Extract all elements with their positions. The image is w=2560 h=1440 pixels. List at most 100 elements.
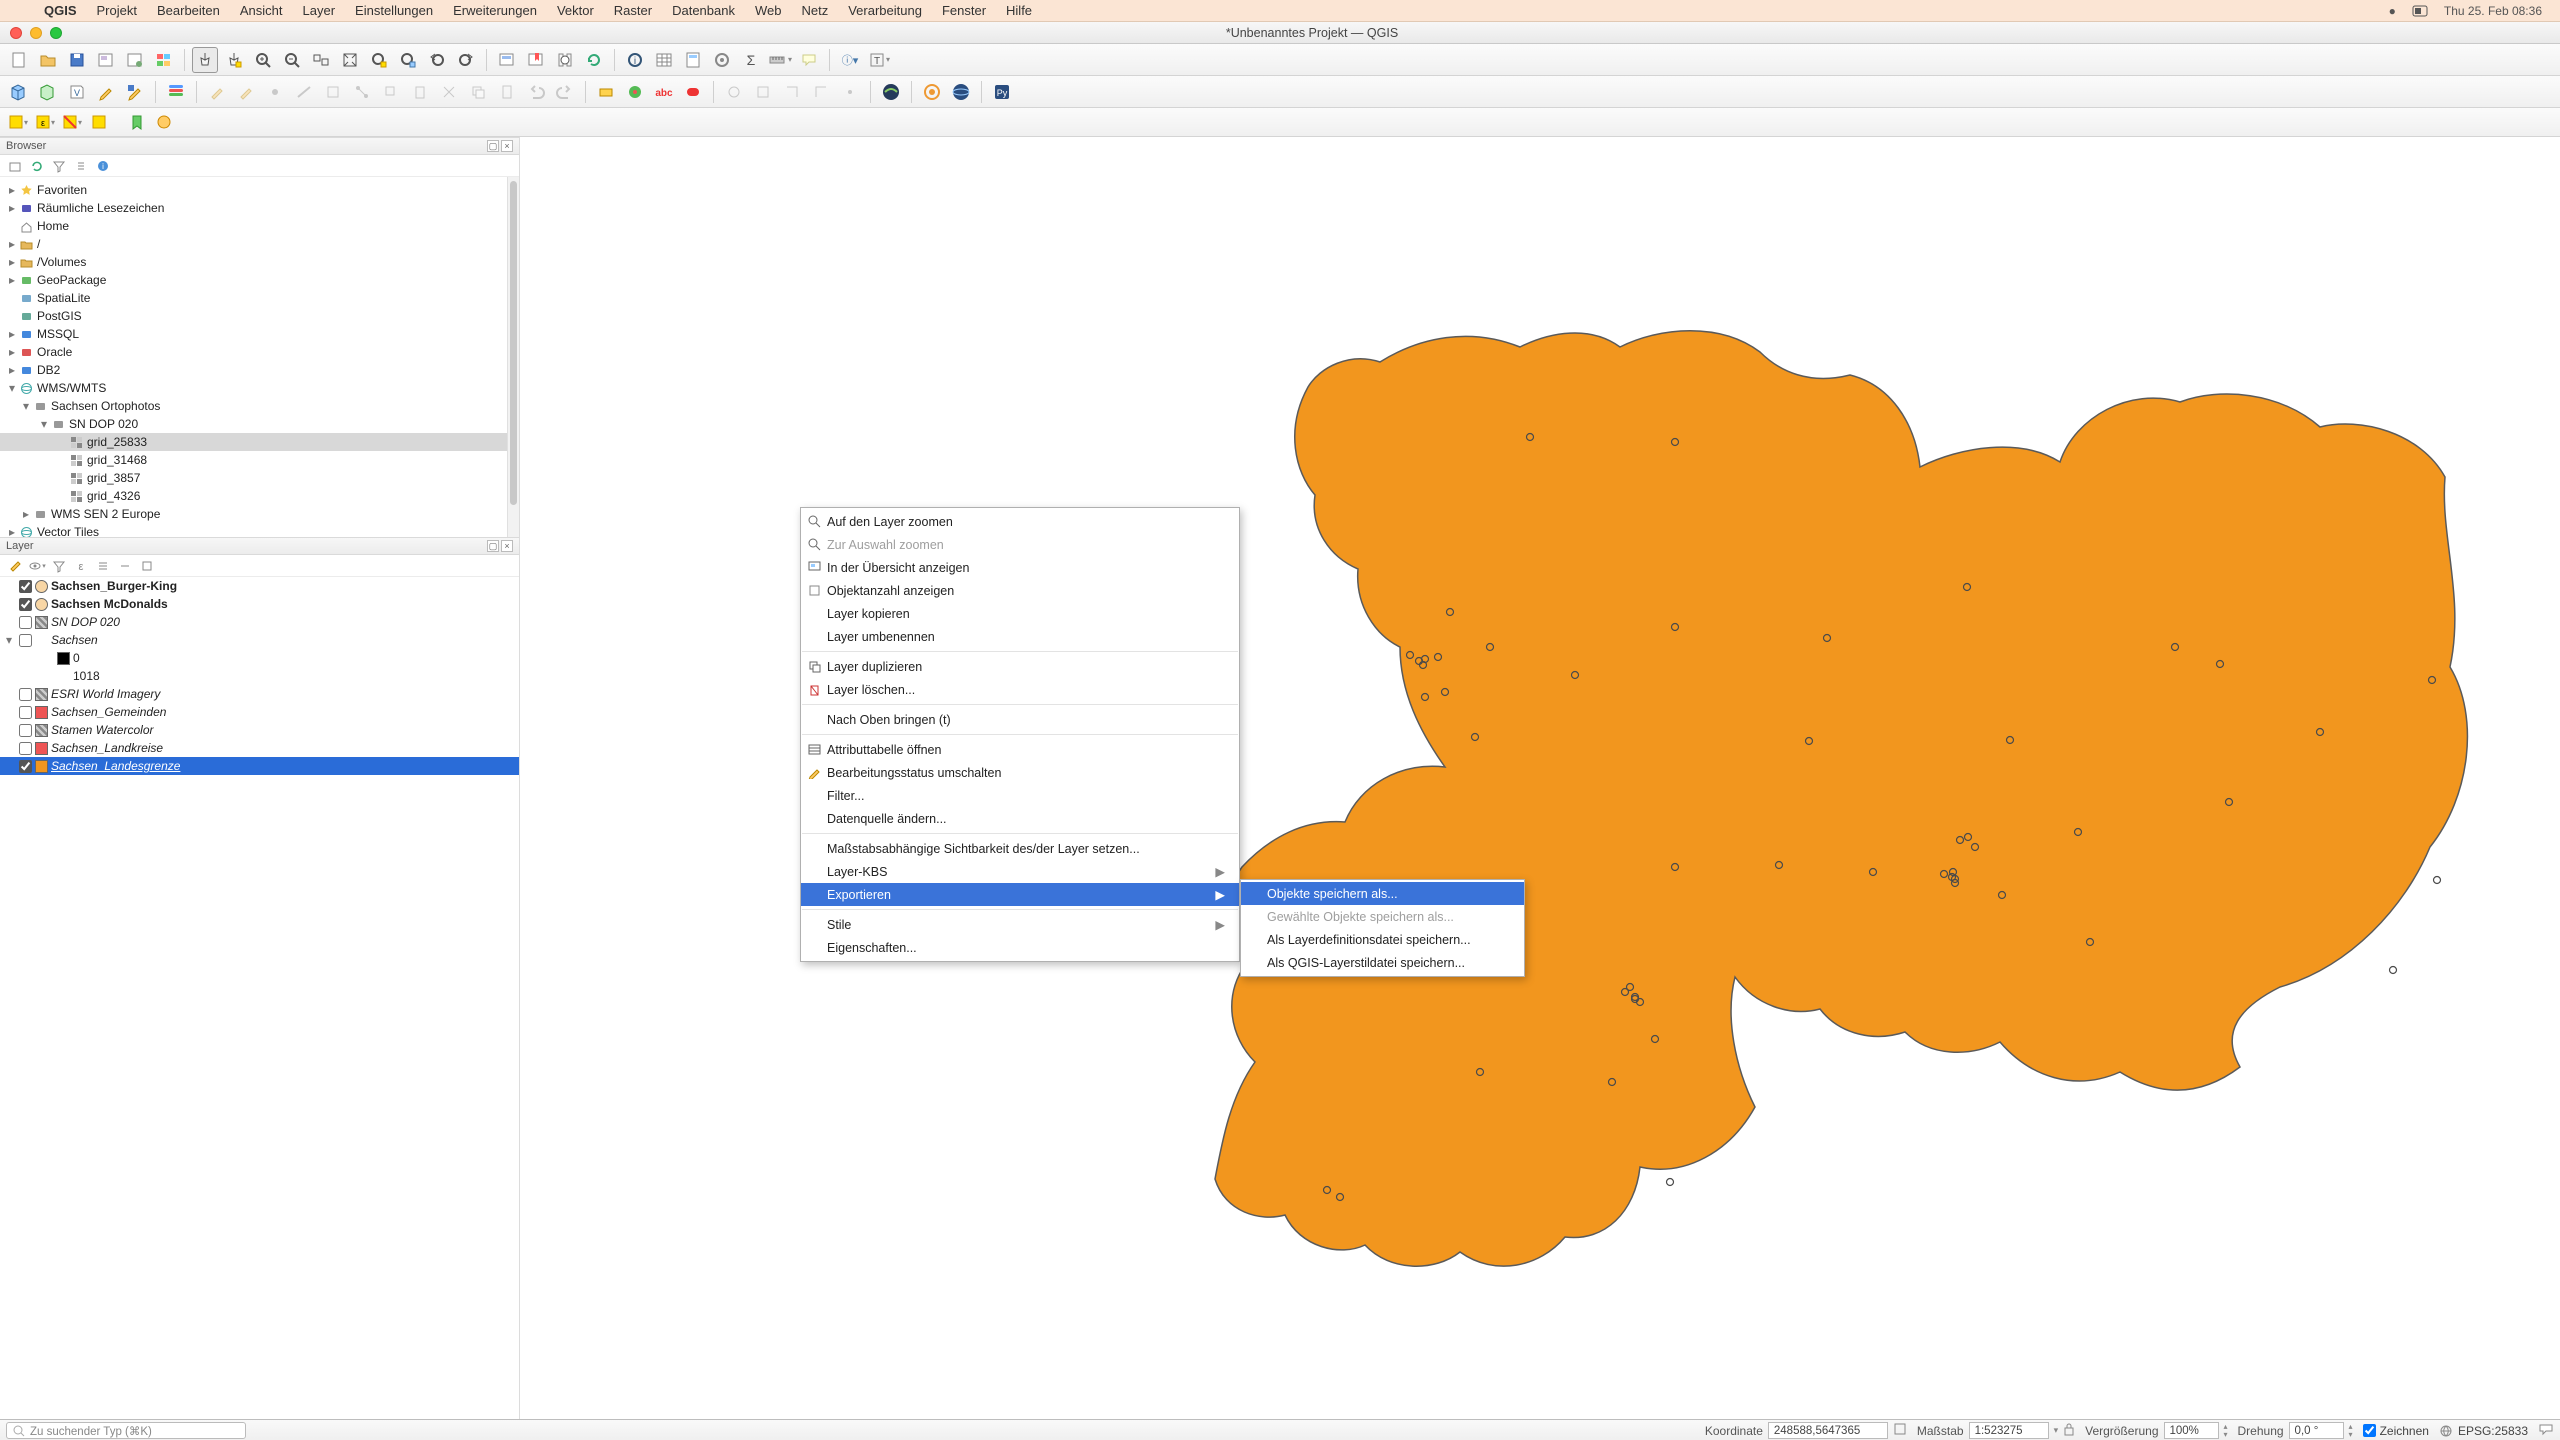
layer-row[interactable]: 1018 <box>0 667 519 685</box>
menu-ansicht[interactable]: Ansicht <box>230 3 293 18</box>
menu-verarbeitung[interactable]: Verarbeitung <box>838 3 932 18</box>
layers-filter-icon[interactable] <box>50 557 68 575</box>
menu-raster[interactable]: Raster <box>604 3 662 18</box>
browser-filter-icon[interactable] <box>50 157 68 175</box>
plugin-a-button[interactable] <box>593 79 619 105</box>
context-menu-item[interactable]: Maßstabsabhängige Sichtbarkeit des/der L… <box>801 837 1239 860</box>
plugin-b-button[interactable] <box>622 79 648 105</box>
statistics-button[interactable]: Σ <box>738 47 764 73</box>
layer-visibility-checkbox[interactable] <box>19 724 32 737</box>
menu-bearbeiten[interactable]: Bearbeiten <box>147 3 230 18</box>
delete-feature-button[interactable] <box>407 79 433 105</box>
context-menu-item[interactable]: Exportieren▶ <box>801 883 1239 906</box>
context-submenu-item[interactable]: Als QGIS-Layerstildatei speichern... <box>1241 951 1524 974</box>
browser-item[interactable]: ▸/ <box>0 235 519 253</box>
refresh-button[interactable] <box>581 47 607 73</box>
layer-row[interactable]: ESRI World Imagery <box>0 685 519 703</box>
snap-e-button[interactable] <box>837 79 863 105</box>
menu-netz[interactable]: Netz <box>791 3 838 18</box>
browser-item[interactable]: ▸/Volumes <box>0 253 519 271</box>
context-menu-item[interactable]: Eigenschaften... <box>801 936 1239 959</box>
context-submenu-item[interactable]: Objekte speichern als... <box>1241 882 1524 905</box>
context-menu-item[interactable]: Datenquelle ändern... <box>801 807 1239 830</box>
layers-style-icon[interactable] <box>6 557 24 575</box>
browser-item[interactable]: PostGIS <box>0 307 519 325</box>
browser-item[interactable]: grid_3857 <box>0 469 519 487</box>
menubar-extra-icon[interactable]: ● <box>2381 4 2404 18</box>
open-attribute-table-button[interactable] <box>651 47 677 73</box>
new-map-view-button[interactable] <box>494 47 520 73</box>
temporal-controller-button[interactable] <box>552 47 578 73</box>
save-layer-edits-button[interactable] <box>233 79 259 105</box>
layers-eye-icon[interactable]: ▾ <box>28 557 46 575</box>
browser-undock-icon[interactable]: ▢ <box>487 140 499 152</box>
layer-row[interactable]: ▾Sachsen <box>0 631 519 649</box>
crs-field[interactable]: EPSG:25833 <box>2439 1424 2528 1438</box>
style-manager-button[interactable] <box>151 47 177 73</box>
layer-row[interactable]: Sachsen_Landesgrenze <box>0 757 519 775</box>
browser-item[interactable]: grid_31468 <box>0 451 519 469</box>
vertex-tool-button[interactable] <box>349 79 375 105</box>
menu-web[interactable]: Web <box>745 3 792 18</box>
layer-visibility-checkbox[interactable] <box>19 706 32 719</box>
layers-tree[interactable]: Sachsen_Burger-KingSachsen McDonaldsSN D… <box>0 577 519 1419</box>
map-tips-button[interactable] <box>796 47 822 73</box>
python-console-button[interactable]: Py <box>989 79 1015 105</box>
context-menu-item[interactable]: Layer löschen... <box>801 678 1239 701</box>
layer-visibility-checkbox[interactable] <box>19 760 32 773</box>
window-close-button[interactable] <box>10 27 22 39</box>
menu-layer[interactable]: Layer <box>293 3 346 18</box>
select-rect-button[interactable]: ▾ <box>6 110 30 134</box>
context-menu-item[interactable]: Filter... <box>801 784 1239 807</box>
render-checkbox-input[interactable] <box>2363 1424 2376 1437</box>
layer-row[interactable]: SN DOP 020 <box>0 613 519 631</box>
context-menu-item[interactable]: Nach Oben bringen (t) <box>801 708 1239 731</box>
select-all-button[interactable] <box>87 110 111 134</box>
zoom-last-button[interactable] <box>424 47 450 73</box>
extents-toggle-icon[interactable] <box>1893 1422 1907 1439</box>
browser-item[interactable]: ▸Räumliche Lesezeichen <box>0 199 519 217</box>
browser-item[interactable]: ▸Oracle <box>0 343 519 361</box>
pan-to-selection-button[interactable] <box>221 47 247 73</box>
context-menu-item[interactable]: Layer duplizieren <box>801 655 1239 678</box>
new-geopackage-button[interactable] <box>35 79 61 105</box>
text-annotation-button[interactable]: T▾ <box>866 47 892 73</box>
menu-fenster[interactable]: Fenster <box>932 3 996 18</box>
context-menu-item[interactable]: Objektanzahl anzeigen <box>801 579 1239 602</box>
zoom-native-button[interactable] <box>308 47 334 73</box>
zoom-full-button[interactable] <box>337 47 363 73</box>
cut-feature-button[interactable] <box>436 79 462 105</box>
rotation-input[interactable]: 0,0 ° <box>2289 1422 2344 1439</box>
layer-visibility-checkbox[interactable] <box>19 688 32 701</box>
layers-expr-icon[interactable]: ε <box>72 557 90 575</box>
copy-feature-button[interactable] <box>465 79 491 105</box>
browser-item[interactable]: SpatiaLite <box>0 289 519 307</box>
layer-row[interactable]: Stamen Watercolor <box>0 721 519 739</box>
layer-visibility-checkbox[interactable] <box>19 598 32 611</box>
snap-d-button[interactable] <box>808 79 834 105</box>
menu-datenbank[interactable]: Datenbank <box>662 3 745 18</box>
osm-download-button[interactable] <box>948 79 974 105</box>
browser-collapse-icon[interactable] <box>72 157 90 175</box>
quickosm-button[interactable] <box>878 79 904 105</box>
layer-visibility-checkbox[interactable] <box>19 742 32 755</box>
plugin-d-button[interactable] <box>680 79 706 105</box>
toggle-editing-button[interactable] <box>93 79 119 105</box>
save-edits-button[interactable] <box>122 79 148 105</box>
browser-item[interactable]: ▾Sachsen Ortophotos <box>0 397 519 415</box>
window-maximize-button[interactable] <box>50 27 62 39</box>
snap-b-button[interactable] <box>750 79 776 105</box>
browser-close-icon[interactable]: × <box>501 140 513 152</box>
deselect-button[interactable]: ▾ <box>60 110 84 134</box>
browser-panel-header[interactable]: Browser ▢× <box>0 137 519 155</box>
layer-row[interactable]: 0 <box>0 649 519 667</box>
new-bookmark-button[interactable] <box>523 47 549 73</box>
paste-feature-button[interactable] <box>494 79 520 105</box>
app-menu[interactable]: QGIS <box>34 3 87 18</box>
layer-context-menu[interactable]: Auf den Layer zoomenZur Auswahl zoomenIn… <box>800 507 1240 962</box>
browser-item[interactable]: ▸GeoPackage <box>0 271 519 289</box>
save-project-button[interactable] <box>64 47 90 73</box>
browser-item[interactable]: ▾SN DOP 020 <box>0 415 519 433</box>
data-source-manager-button[interactable] <box>163 79 189 105</box>
browser-item[interactable]: grid_4326 <box>0 487 519 505</box>
